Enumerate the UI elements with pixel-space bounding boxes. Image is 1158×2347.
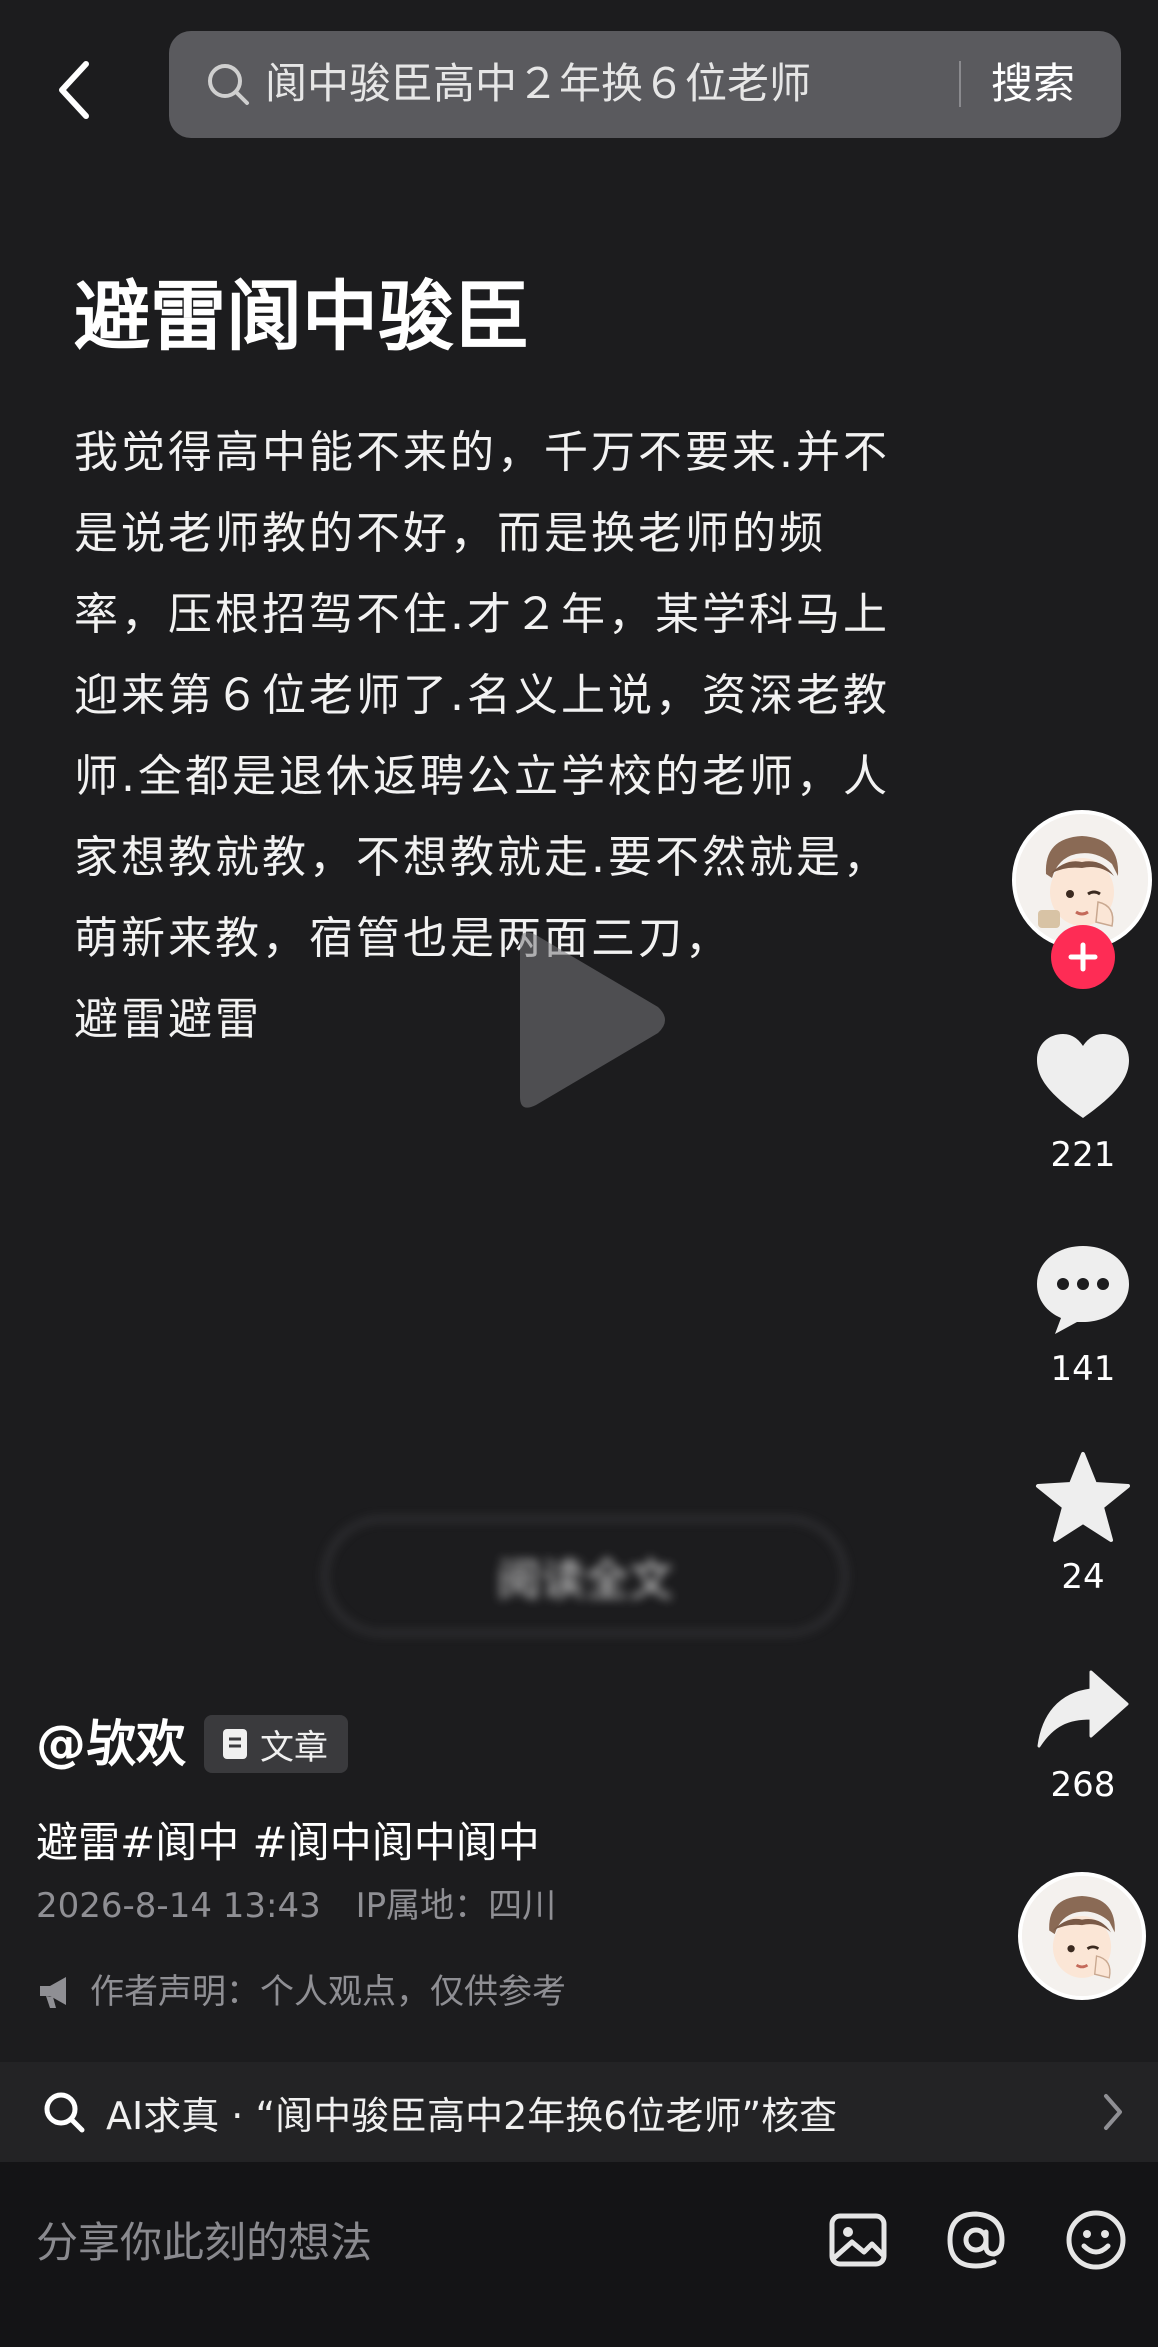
document-icon (223, 1729, 247, 1759)
share-icon (1037, 1670, 1129, 1748)
comment-button[interactable]: 141 (1008, 1244, 1158, 1394)
comment-input[interactable]: 分享你此刻的想法 (36, 2212, 372, 2274)
share-count: 268 (1050, 1765, 1116, 1805)
search-icon (44, 2092, 85, 2133)
share-button[interactable]: 268 (1008, 1668, 1158, 1810)
like-count: 221 (1050, 1135, 1116, 1175)
search-input[interactable]: 阆中骏臣高中２年换６位老师 搜索 (169, 31, 1121, 138)
emoji-icon[interactable] (1064, 2208, 1128, 2272)
disc-avatar-illustration (1022, 1876, 1142, 1996)
star-icon (1036, 1452, 1130, 1542)
plus-icon (1068, 942, 1098, 972)
post-tags[interactable]: 避雷#阆中 #阆中阆中阆中 (36, 1812, 540, 1874)
top-bar: 阆中骏臣高中２年换６位老师 搜索 (0, 0, 1158, 150)
search-query: 阆中骏臣高中２年换６位老师 (265, 59, 812, 108)
post-ip: IP属地：四川 (355, 1886, 557, 1926)
ai-factcheck-text: AI求真 · “阆中骏臣高中2年换6位老师”核查 (106, 2093, 838, 2138)
comment-icon (1037, 1246, 1129, 1334)
favorite-button[interactable]: 24 (1008, 1450, 1158, 1602)
read-full-button[interactable]: 阅读全文 (324, 1518, 846, 1634)
search-divider (959, 61, 961, 107)
author-row: @欤欢 文章 (36, 1712, 348, 1776)
author-name[interactable]: @欤欢 (36, 1712, 186, 1776)
music-disc[interactable] (1018, 1872, 1146, 2000)
comment-bar: 分享你此刻的想法 (0, 2162, 1158, 2347)
search-button[interactable]: 搜索 (991, 53, 1075, 115)
play-icon[interactable] (500, 925, 670, 1115)
follow-button[interactable] (1051, 925, 1115, 989)
post-meta: 2026-8-14 13:43 IP属地：四川 (36, 1880, 556, 1932)
heart-icon (1037, 1034, 1129, 1118)
type-badge-label: 文章 (260, 1727, 328, 1768)
comment-count: 141 (1050, 1349, 1116, 1389)
back-icon (59, 61, 89, 119)
back-button[interactable] (44, 50, 104, 130)
author-notice-text: 作者声明：个人观点，仅供参考 (90, 1972, 566, 2012)
author-notice: 作者声明：个人观点，仅供参考 (36, 1966, 566, 2018)
search-icon (208, 64, 249, 105)
like-button[interactable]: 221 (1008, 1032, 1158, 1180)
ai-factcheck-bar[interactable]: AI求真 · “阆中骏臣高中2年换6位老师”核查 (0, 2062, 1158, 2162)
megaphone-icon (40, 1977, 66, 2008)
favorite-count: 24 (1061, 1557, 1105, 1597)
post-date: 2026-8-14 13:43 (36, 1886, 321, 1926)
article-title: 避雷阆中骏臣 (74, 272, 530, 361)
type-badge: 文章 (204, 1715, 348, 1773)
chevron-right-icon (1104, 2094, 1122, 2130)
image-icon[interactable] (826, 2208, 890, 2272)
at-icon[interactable] (944, 2208, 1008, 2272)
